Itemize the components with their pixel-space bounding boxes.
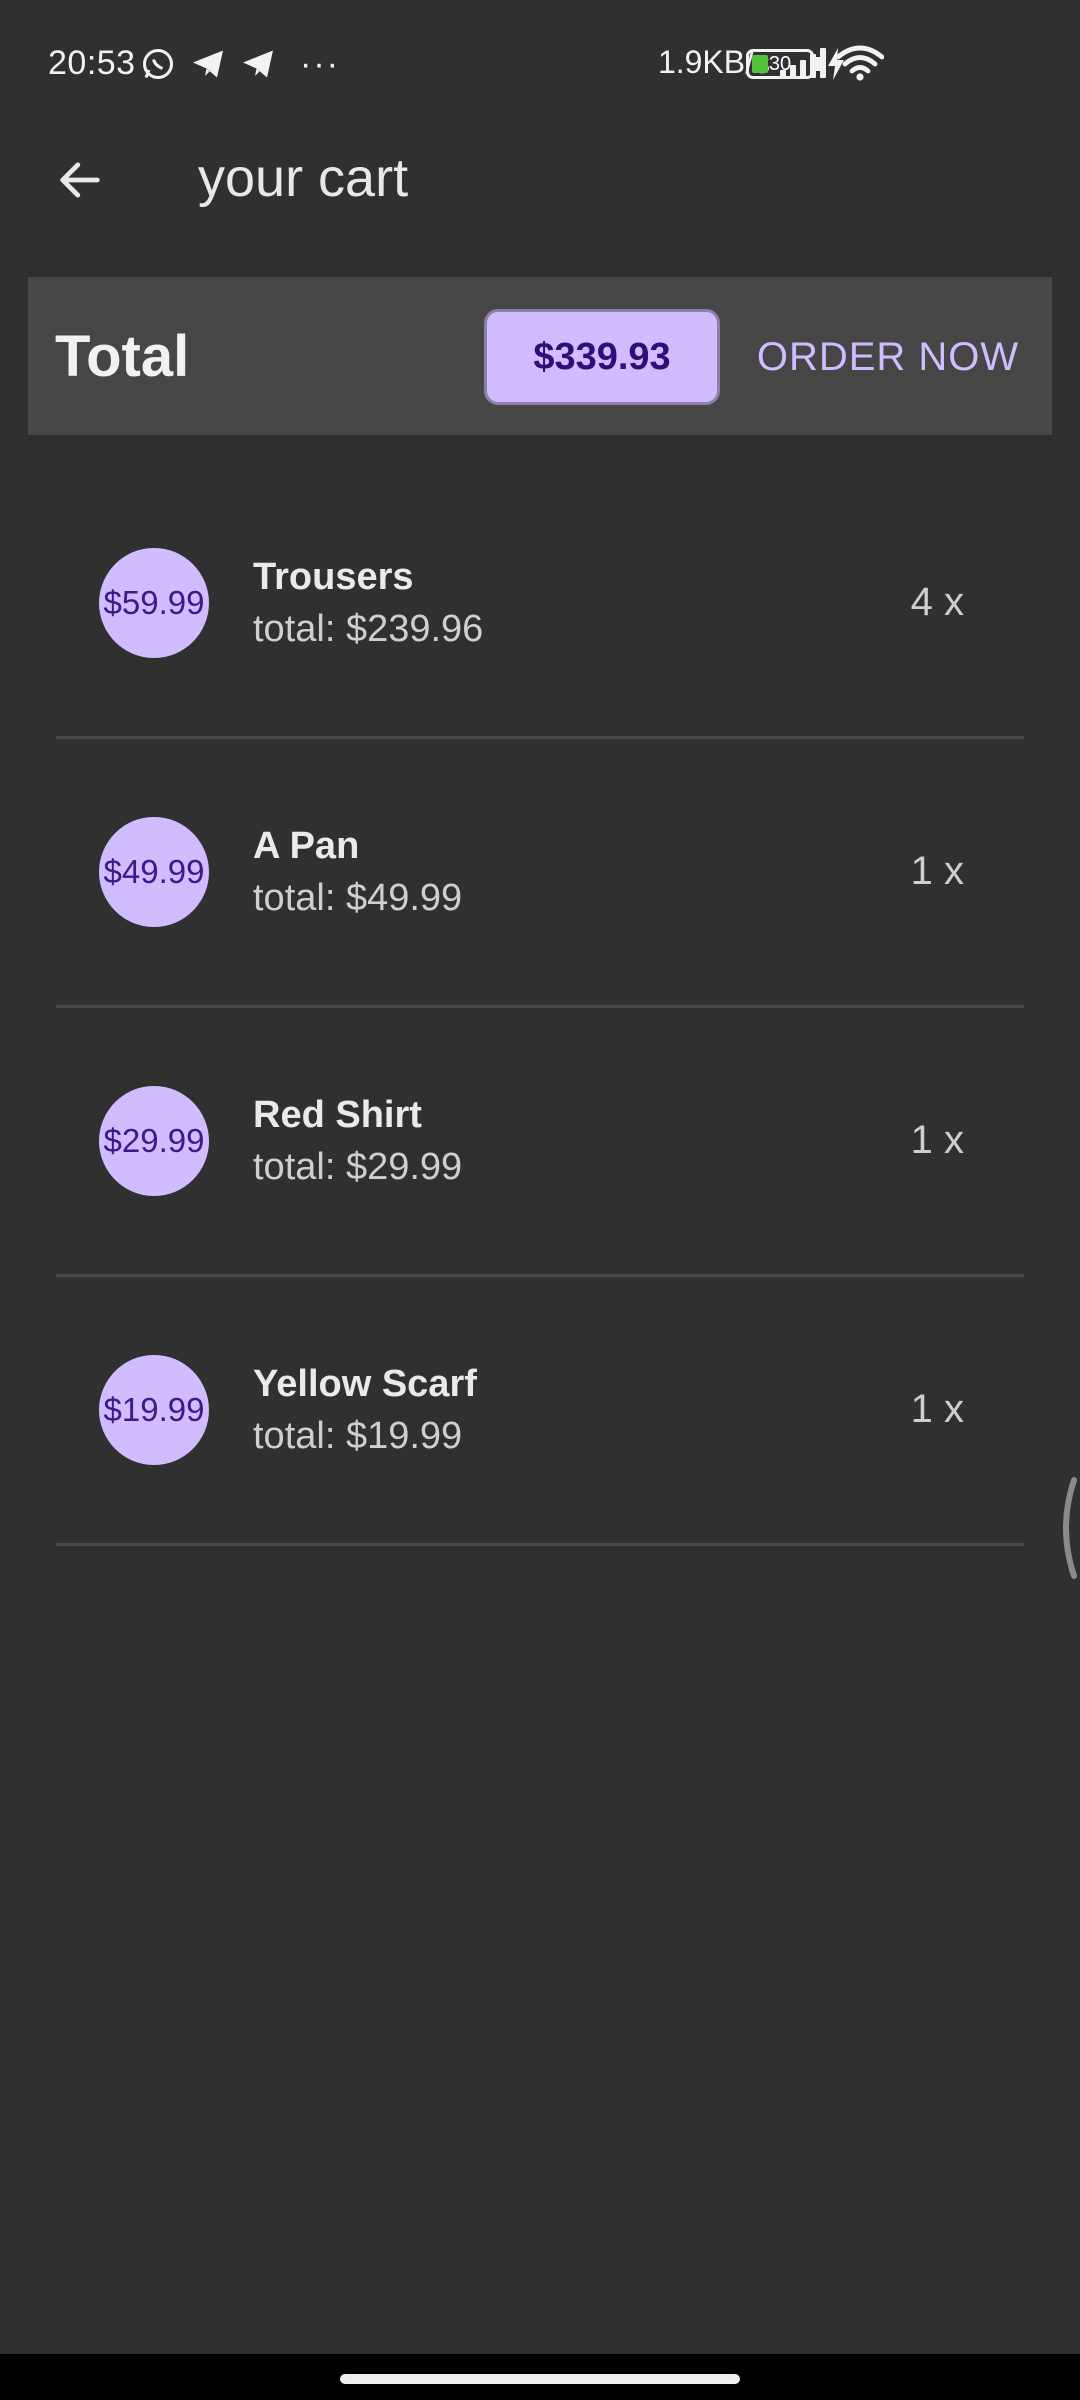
- page-title: your cart: [198, 148, 409, 208]
- item-total: total: $239.96: [253, 608, 484, 650]
- charging-icon: [828, 48, 844, 80]
- status-time: 20:53: [48, 44, 136, 82]
- telegram-icon: [193, 50, 223, 78]
- item-name: Trousers: [253, 556, 414, 598]
- total-card: Total $339.93 ORDER NOW: [28, 277, 1052, 435]
- item-name: A Pan: [253, 825, 360, 867]
- item-total: total: $49.99: [253, 877, 463, 919]
- total-label: Total: [55, 324, 190, 389]
- arrow-left-icon: [60, 162, 100, 198]
- navigation-bar: [0, 2354, 1080, 2400]
- order-now-button[interactable]: ORDER NOW: [738, 309, 1038, 405]
- item-name: Red Shirt: [253, 1094, 422, 1136]
- screen: 20:53 ··· 1.9KB/s 30 your cart Total $33…: [0, 0, 1080, 2400]
- cart-item: $59.99 Trousers total: $239.96 4 x: [56, 470, 1024, 739]
- item-quantity: 1 x: [910, 1387, 964, 1431]
- cart-item: $49.99 A Pan total: $49.99 1 x: [56, 739, 1024, 1008]
- telegram-icon: [243, 50, 273, 78]
- battery-tip: [816, 57, 821, 71]
- item-price-avatar: $19.99: [99, 1355, 209, 1465]
- item-quantity: 4 x: [910, 580, 964, 624]
- cart-list: $59.99 Trousers total: $239.96 4 x $49.9…: [56, 470, 1024, 1546]
- cart-item: $19.99 Yellow Scarf total: $19.99 1 x: [56, 1277, 1024, 1546]
- item-price-avatar: $29.99: [99, 1086, 209, 1196]
- back-button[interactable]: [40, 140, 120, 220]
- battery-percent: 30: [768, 53, 792, 75]
- edge-gesture-handle[interactable]: [1052, 1476, 1080, 1580]
- more-dots-icon: ···: [300, 45, 340, 83]
- app-bar: your cart: [0, 128, 1080, 258]
- item-quantity: 1 x: [910, 849, 964, 893]
- item-price-avatar: $59.99: [99, 548, 209, 658]
- whatsapp-icon: [143, 49, 173, 79]
- item-total: total: $19.99: [253, 1415, 463, 1457]
- item-total: total: $29.99: [253, 1146, 463, 1188]
- battery-icon: 30: [746, 49, 814, 79]
- item-name: Yellow Scarf: [253, 1363, 477, 1405]
- status-bar: 20:53 ··· 1.9KB/s 30: [0, 0, 1080, 128]
- item-price-avatar: $49.99: [99, 817, 209, 927]
- notification-icons: ···: [140, 44, 340, 84]
- item-quantity: 1 x: [910, 1118, 964, 1162]
- home-indicator[interactable]: [340, 2374, 740, 2384]
- total-amount-chip: $339.93: [484, 309, 720, 405]
- cart-item: $29.99 Red Shirt total: $29.99 1 x: [56, 1008, 1024, 1277]
